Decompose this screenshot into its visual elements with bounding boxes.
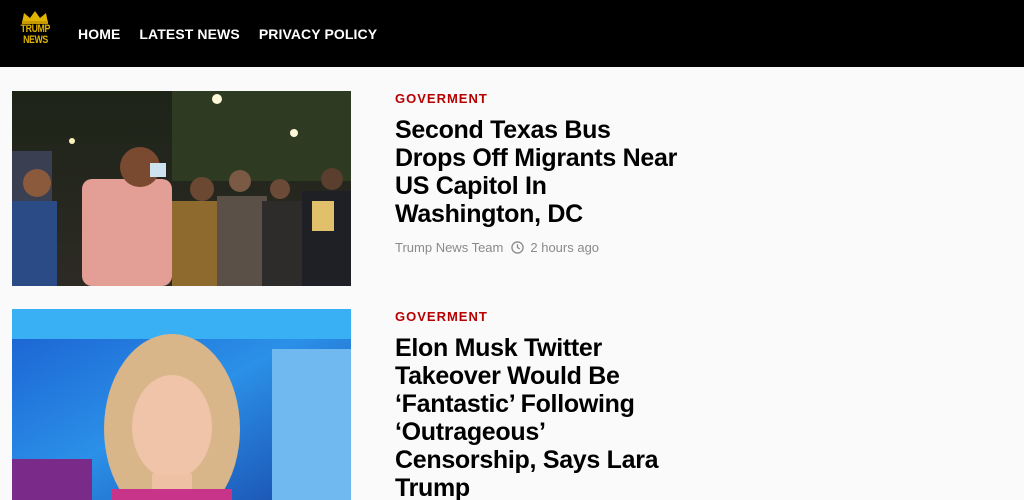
article-photo [12,309,351,500]
article-title[interactable]: Second Texas Bus Drops Off Migrants Near… [395,116,685,228]
nav-latest-news[interactable]: LATEST NEWS [139,26,239,42]
article-meta: GOVERMENT Second Texas Bus Drops Off Mig… [395,91,685,255]
nav-privacy-policy[interactable]: PRIVACY POLICY [259,26,377,42]
clock-icon [511,241,525,254]
article-photo [12,91,351,286]
top-navbar: TRUMP NEWS HOME LATEST NEWS PRIVACY POLI… [0,0,1024,67]
site-logo[interactable]: TRUMP NEWS [16,10,54,56]
post-time: 2 hours ago [530,240,600,255]
byline: Trump News Team 2 hours ago [395,240,685,255]
article-meta: GOVERMENT Elon Musk Twitter Takeover Wou… [395,309,685,500]
main-nav: HOME LATEST NEWS PRIVACY POLICY [78,0,396,67]
author-name[interactable]: Trump News Team [395,240,503,255]
category-label[interactable]: GOVERMENT [395,309,685,324]
crown-icon [22,11,48,24]
nav-home[interactable]: HOME [78,26,120,42]
main-content: GOVERMENT Second Texas Bus Drops Off Mig… [0,67,1024,500]
article-thumbnail[interactable] [12,309,351,500]
category-label[interactable]: GOVERMENT [395,91,685,106]
article-title[interactable]: Elon Musk Twitter Takeover Would Be ‘Fan… [395,334,685,500]
article-thumbnail[interactable] [12,91,351,286]
logo-text-news: NEWS [22,34,48,46]
